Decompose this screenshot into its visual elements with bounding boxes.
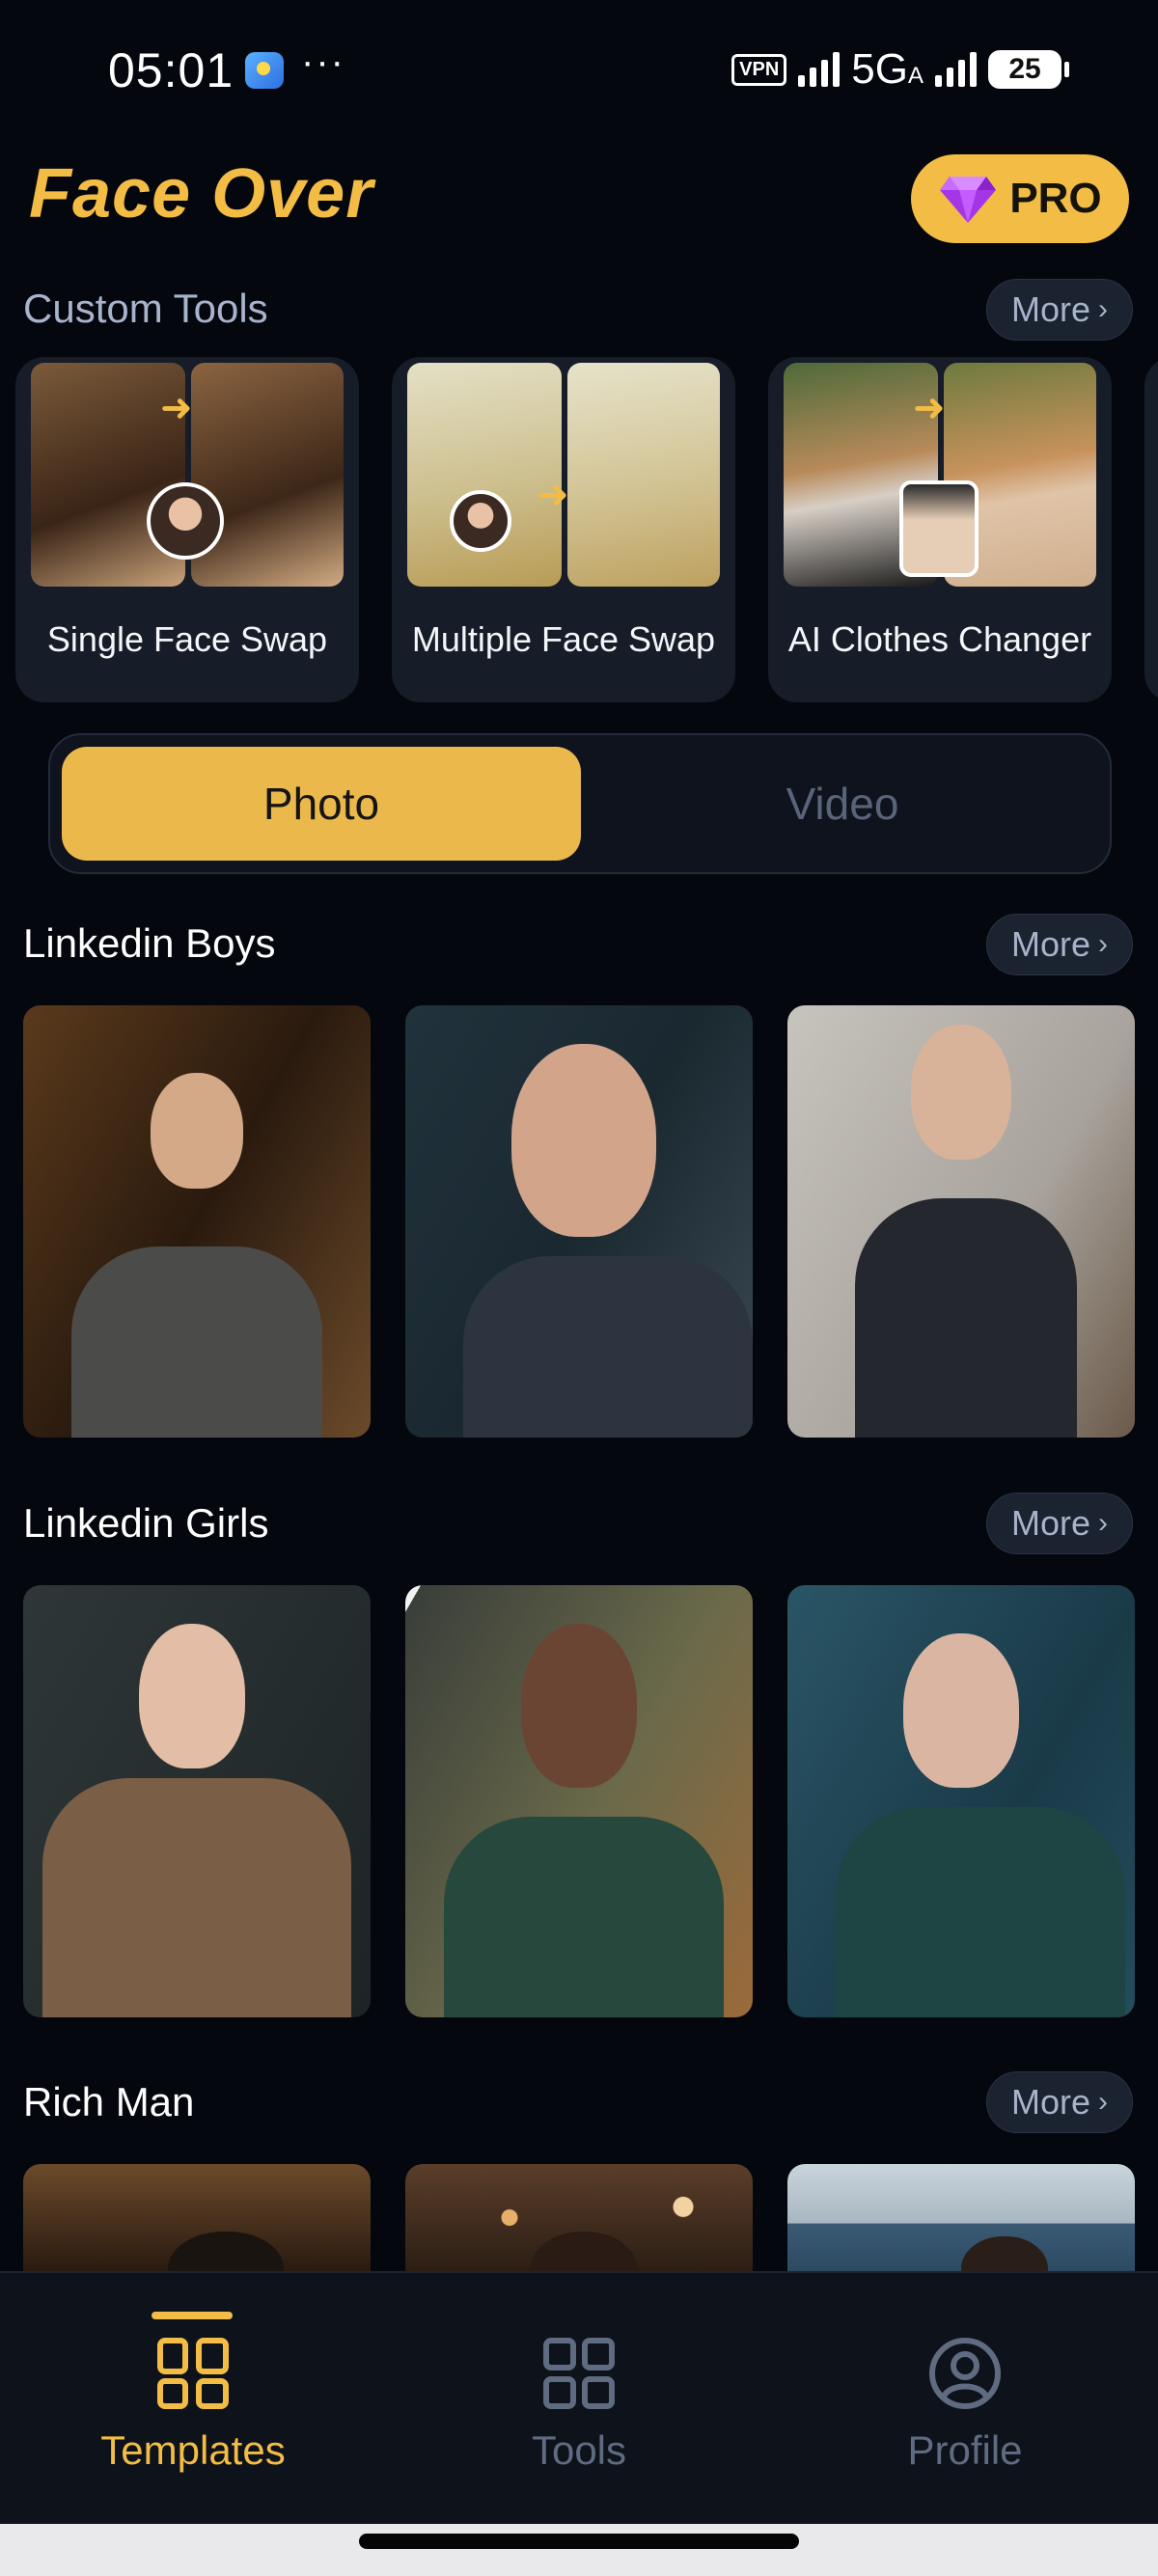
chevron-right-icon: › xyxy=(1098,1507,1109,1539)
nav-templates[interactable]: Templates xyxy=(0,2273,386,2526)
network-type: 5GA xyxy=(851,45,924,93)
linkedin-boys-grid xyxy=(23,1005,1135,1438)
templates-grid-icon xyxy=(157,2338,229,2409)
template-card[interactable] xyxy=(405,2164,753,2271)
template-card[interactable] xyxy=(23,2164,371,2271)
battery-icon: 25 xyxy=(988,50,1069,89)
template-face xyxy=(903,1633,1019,1788)
rich-man-grid xyxy=(23,2164,1135,2271)
dress-thumbnail xyxy=(899,480,979,577)
custom-tools-title: Custom Tools xyxy=(23,286,268,331)
rich-man-more-button[interactable]: More › xyxy=(986,2071,1133,2133)
section-title-rich-man: Rich Man xyxy=(23,2079,195,2124)
linkedin-girls-more-button[interactable]: More › xyxy=(986,1493,1133,1554)
template-face xyxy=(139,1624,245,1768)
tab-video[interactable]: Video xyxy=(583,747,1102,861)
active-indicator xyxy=(152,2312,233,2319)
template-figure xyxy=(42,1778,351,2017)
nav-label-profile: Profile xyxy=(907,2427,1023,2473)
signal-icon xyxy=(798,52,841,87)
template-card[interactable] xyxy=(787,1005,1135,1438)
arrow-right-icon: ➜ xyxy=(160,387,193,429)
custom-tools-carousel[interactable]: ➜ Single Face Swap ➜ Multiple Face Swap … xyxy=(15,357,1158,704)
chevron-right-icon: › xyxy=(1098,2086,1109,2118)
status-bar: 05:01 ··· VPN 5GA 25 xyxy=(0,0,1158,135)
arrow-right-icon: ➜ xyxy=(537,474,569,516)
tool-label: Single Face Swap xyxy=(46,619,328,659)
pro-label: PRO xyxy=(1009,175,1102,222)
template-face xyxy=(531,2232,637,2271)
custom-tools-more-button[interactable]: More › xyxy=(986,279,1133,341)
tool-card-partial[interactable] xyxy=(1144,357,1158,702)
template-face xyxy=(511,1044,656,1237)
tool-card-multiple-face-swap[interactable]: ➜ Multiple Face Swap xyxy=(392,357,735,702)
tool-label: Multiple Face Swap xyxy=(411,619,716,659)
gallery-notification-icon xyxy=(245,52,284,89)
template-card[interactable] xyxy=(405,1585,753,2017)
template-face xyxy=(961,2236,1048,2271)
template-card[interactable] xyxy=(405,1005,753,1438)
template-card[interactable] xyxy=(23,1005,371,1438)
vpn-icon: VPN xyxy=(731,53,787,86)
tool-preview-after xyxy=(567,363,720,587)
media-type-toggle: Photo Video xyxy=(48,733,1112,874)
home-indicator[interactable] xyxy=(359,2534,799,2549)
diamond-icon xyxy=(940,177,997,223)
section-title-linkedin-boys: Linkedin Boys xyxy=(23,920,276,966)
template-face xyxy=(168,2232,284,2271)
linkedin-girls-grid xyxy=(23,1585,1135,2017)
template-figure xyxy=(71,1247,322,1438)
template-figure xyxy=(855,1198,1077,1438)
tool-label: AI Clothes Changer xyxy=(787,619,1092,659)
template-figure xyxy=(836,1807,1125,2017)
nav-label-tools: Tools xyxy=(531,2427,627,2473)
arrow-right-icon: ➜ xyxy=(913,387,946,429)
template-card[interactable] xyxy=(787,1585,1135,2017)
section-title-linkedin-girls: Linkedin Girls xyxy=(23,1500,269,1546)
template-card[interactable] xyxy=(23,1585,371,2017)
tool-preview-after xyxy=(191,363,344,587)
template-face xyxy=(521,1624,637,1788)
nav-tools[interactable]: Tools xyxy=(386,2273,772,2526)
template-figure xyxy=(444,1817,724,2017)
face-thumbnail xyxy=(450,490,511,552)
tool-card-single-face-swap[interactable]: ➜ Single Face Swap xyxy=(15,357,359,702)
tool-card-ai-clothes-changer[interactable]: ➜ AI Clothes Changer xyxy=(768,357,1112,702)
clock: 05:01 xyxy=(108,43,234,97)
nav-label-templates: Templates xyxy=(100,2427,286,2473)
bottom-navigation: Templates Tools Profile xyxy=(0,2271,1158,2524)
system-indicators: VPN 5GA 25 xyxy=(731,45,1069,93)
signal-icon-2 xyxy=(935,52,977,87)
tab-photo[interactable]: Photo xyxy=(62,747,581,861)
template-card[interactable] xyxy=(787,2164,1135,2271)
more-notifications-indicator: ··· xyxy=(301,41,345,83)
template-face xyxy=(911,1025,1011,1160)
linkedin-boys-more-button[interactable]: More › xyxy=(986,914,1133,975)
template-face xyxy=(151,1073,243,1189)
pro-button[interactable]: PRO xyxy=(911,154,1129,243)
face-thumbnail xyxy=(147,482,224,560)
nav-profile[interactable]: Profile xyxy=(772,2273,1158,2526)
template-figure xyxy=(463,1256,753,1438)
gesture-area xyxy=(0,2524,1158,2576)
chevron-right-icon: › xyxy=(1098,928,1109,960)
tools-grid-icon xyxy=(543,2338,615,2409)
profile-icon xyxy=(929,2338,1001,2409)
chevron-right-icon: › xyxy=(1098,293,1109,325)
app-title: Face Over xyxy=(29,155,374,233)
